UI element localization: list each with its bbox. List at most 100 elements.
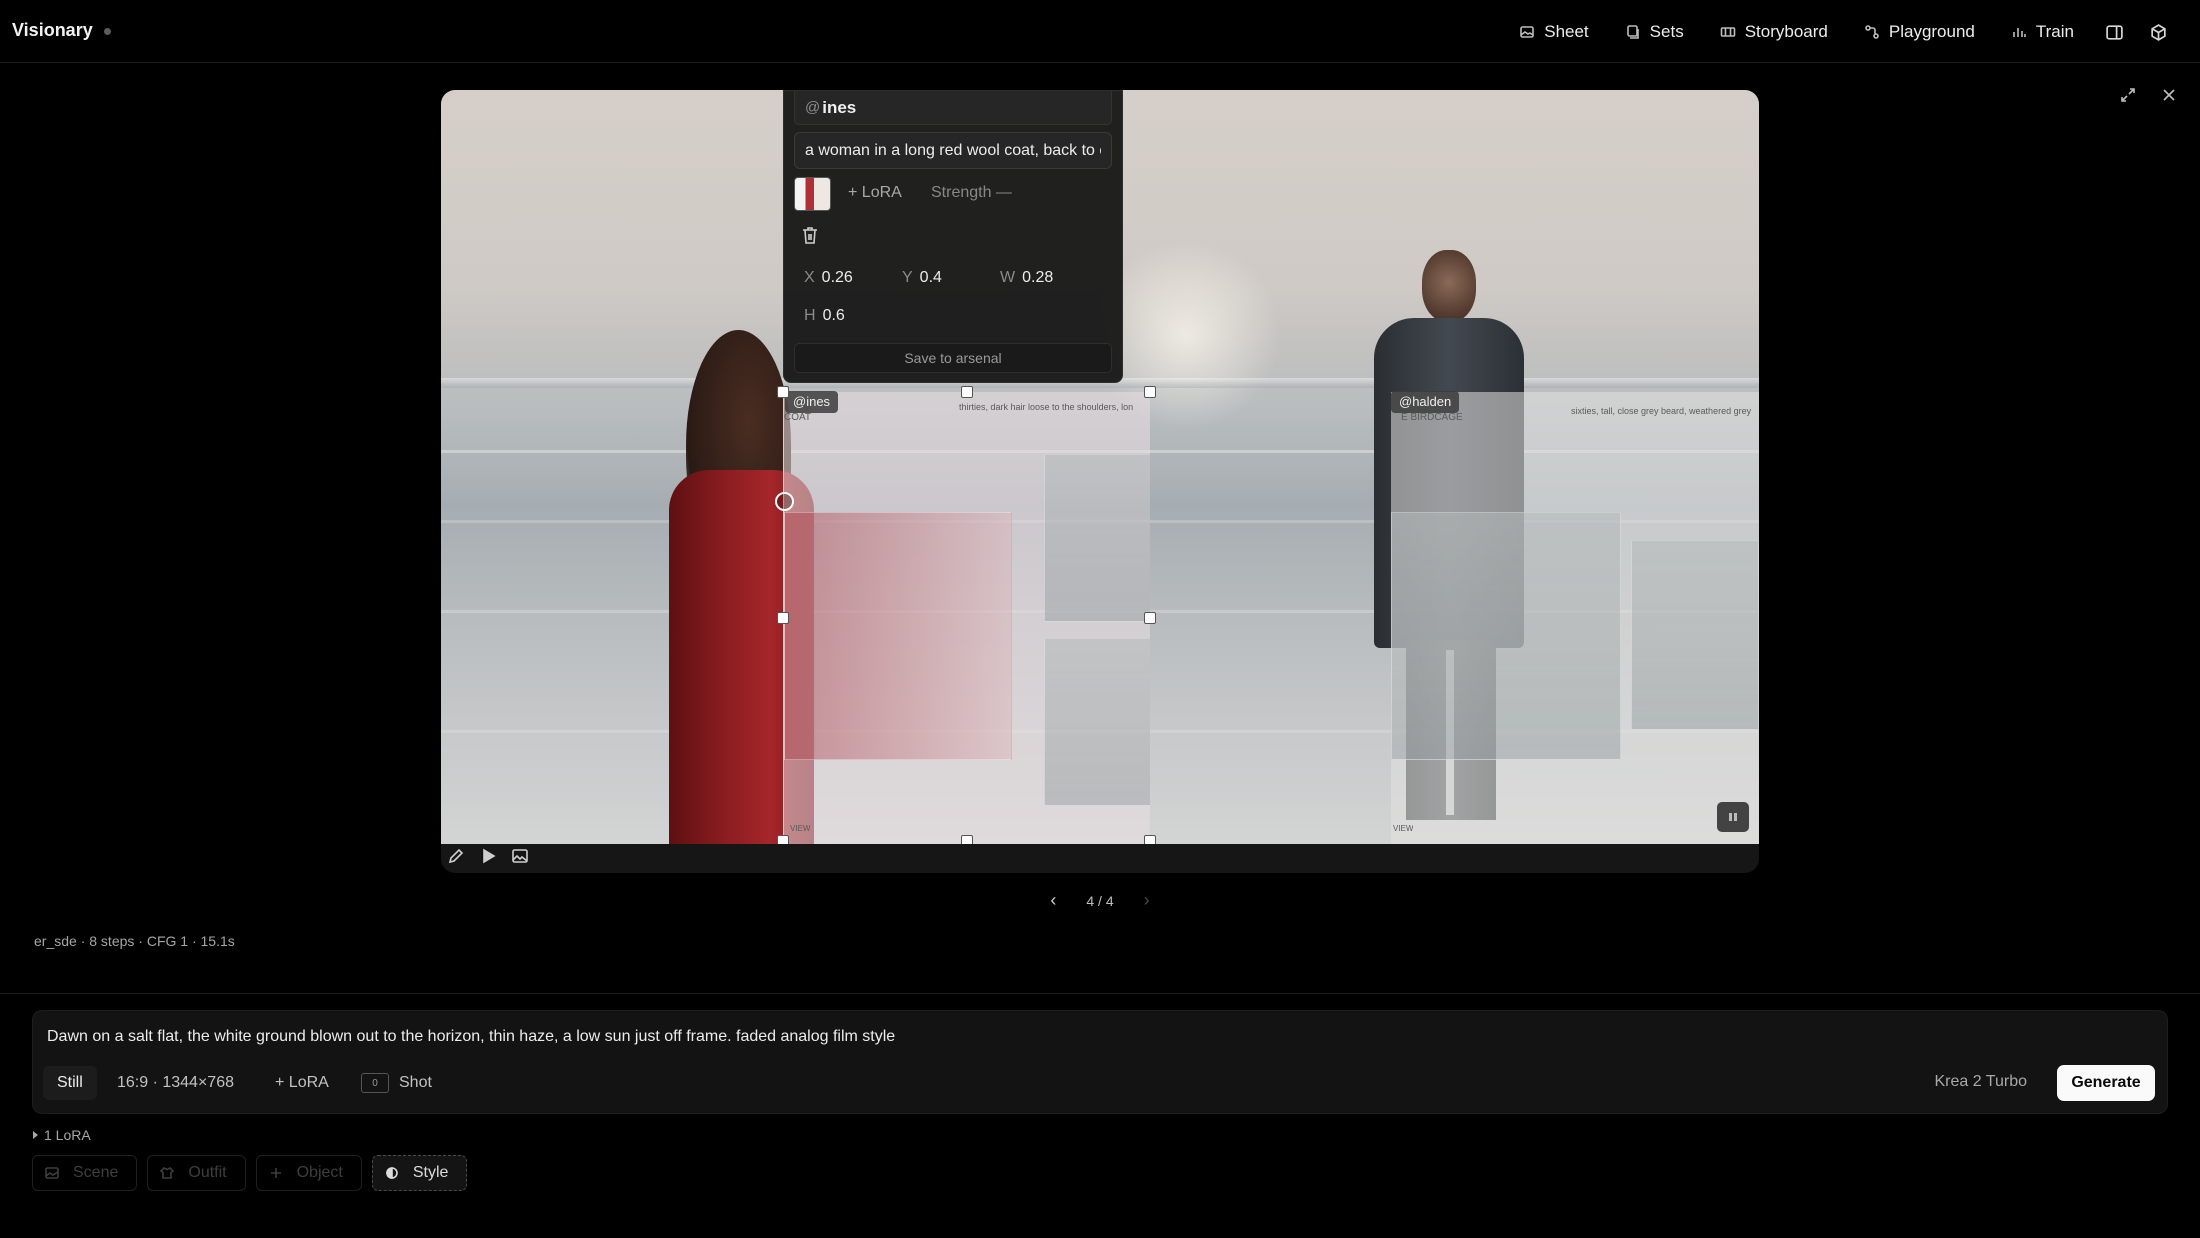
ref-card bbox=[784, 512, 1012, 760]
toggle-panel-button[interactable] bbox=[2092, 14, 2136, 50]
h-label: H bbox=[804, 307, 816, 324]
reference-thumbnail[interactable] bbox=[794, 177, 831, 211]
shot-label: Shot bbox=[399, 1074, 432, 1091]
nav-playground-label: Playground bbox=[1888, 22, 1975, 41]
image-options-button[interactable] bbox=[1717, 802, 1749, 832]
lora-summary-label: 1 LoRA bbox=[44, 1127, 91, 1143]
tag-style[interactable]: Style bbox=[371, 1155, 468, 1191]
expand-icon bbox=[2121, 88, 2135, 102]
region-tag-ines[interactable]: @ines bbox=[785, 391, 839, 413]
resize-handle-bottom-right[interactable] bbox=[1144, 835, 1156, 844]
expand-button[interactable] bbox=[2115, 82, 2141, 108]
nav-sheet-label: Sheet bbox=[1544, 22, 1589, 41]
region-name-field[interactable]: @ ines bbox=[794, 91, 1112, 125]
tag-object[interactable]: Object bbox=[255, 1155, 362, 1191]
image-icon bbox=[1520, 26, 1535, 38]
nav-storyboard[interactable]: Storyboard bbox=[1702, 14, 1846, 50]
model-select[interactable]: Krea 2 Turbo bbox=[1935, 1073, 2028, 1091]
tag-style-label: Style bbox=[412, 1164, 449, 1181]
ref-title: E BIRDCAGE bbox=[1401, 412, 1463, 423]
nav-train[interactable]: Train bbox=[1993, 14, 2092, 50]
nav-playground[interactable]: Playground bbox=[1846, 14, 1993, 50]
image-icon bbox=[45, 1167, 59, 1179]
resize-handle-top-right[interactable] bbox=[1144, 386, 1156, 398]
aspect-ratio-select[interactable]: 16:9 · 1344×768 bbox=[117, 1066, 234, 1100]
top-bar: Visionary Sheet Sets Storyboard Playgrou… bbox=[0, 0, 2200, 63]
mode-still-button[interactable]: Still bbox=[43, 1066, 97, 1100]
resize-handle-bottom[interactable] bbox=[961, 835, 973, 844]
use-as-reference-button[interactable] bbox=[511, 847, 529, 870]
edit-button[interactable] bbox=[447, 847, 465, 870]
divider bbox=[0, 993, 2200, 994]
region-tag-halden[interactable]: @halden bbox=[1391, 391, 1460, 413]
region-prompt-input[interactable] bbox=[794, 132, 1112, 169]
close-icon bbox=[2163, 89, 2175, 101]
nav-sheet[interactable]: Sheet bbox=[1501, 14, 1606, 50]
shot-button[interactable]: 0 Shot bbox=[361, 1066, 432, 1100]
save-to-arsenal-button[interactable]: Save to arsenal bbox=[794, 343, 1112, 373]
image-pager: ‹ 4 / 4 › bbox=[1040, 890, 1160, 911]
app-title: Visionary bbox=[12, 20, 93, 40]
reference-tag-row: Scene Outfit Object Style bbox=[32, 1155, 468, 1191]
resize-handle-right[interactable] bbox=[1144, 612, 1156, 624]
nav-sets-label: Sets bbox=[1649, 22, 1684, 41]
tag-scene-label: Scene bbox=[73, 1164, 119, 1181]
generation-meta: er_sde · 8 steps · CFG 1 · 15.1s bbox=[34, 933, 235, 949]
region-halden[interactable]: E BIRDCAGE sixties, tall, close grey bea… bbox=[1391, 392, 1759, 844]
lora-summary-toggle[interactable]: 1 LoRA bbox=[33, 1127, 91, 1143]
composer-add-lora-button[interactable]: + LoRA bbox=[275, 1066, 329, 1100]
rotate-handle[interactable] bbox=[775, 492, 794, 511]
tag-object-label: Object bbox=[296, 1164, 343, 1181]
bar-chart-icon bbox=[2013, 28, 2026, 37]
add-lora-button[interactable]: + LoRA bbox=[848, 184, 902, 202]
animate-button[interactable] bbox=[479, 847, 497, 870]
y-label: Y bbox=[902, 269, 913, 286]
assets-button[interactable] bbox=[2136, 14, 2180, 50]
region-h-field[interactable]: H 0.6 bbox=[804, 307, 845, 325]
image-icon bbox=[512, 849, 528, 863]
at-symbol: @ bbox=[805, 99, 821, 116]
ref-card bbox=[1391, 512, 1621, 760]
region-w-field[interactable]: W 0.28 bbox=[1000, 269, 1053, 287]
tag-scene[interactable]: Scene bbox=[32, 1155, 138, 1191]
region-popover: @ ines + LoRA Strength — X 0.26 Y 0.4 W 0.2… bbox=[783, 90, 1123, 383]
nodes-icon bbox=[1865, 25, 1879, 39]
ref-card bbox=[1631, 540, 1759, 730]
tag-outfit-label: Outfit bbox=[188, 1164, 227, 1181]
pause-icon bbox=[1729, 813, 1737, 821]
resize-handle-top-left[interactable] bbox=[777, 386, 789, 398]
nav-storyboard-label: Storyboard bbox=[1744, 22, 1828, 41]
cube-icon bbox=[2150, 23, 2166, 41]
region-y-field[interactable]: Y 0.4 bbox=[902, 269, 942, 287]
prompt-composer: Dawn on a salt flat, the white ground bl… bbox=[32, 1010, 2168, 1114]
ref-description: thirties, dark hair loose to the shoulde… bbox=[959, 402, 1134, 412]
region-x-field[interactable]: X 0.26 bbox=[804, 269, 853, 287]
region-name: ines bbox=[822, 97, 857, 117]
status-dot bbox=[104, 28, 111, 35]
tag-outfit[interactable]: Outfit bbox=[147, 1155, 246, 1191]
region-ines[interactable]: COAT thirties, dark hair loose to the sh… bbox=[783, 392, 1150, 844]
stack-icon bbox=[1626, 25, 1639, 39]
image-toolbar bbox=[441, 844, 1759, 873]
ref-card bbox=[1044, 638, 1150, 806]
w-value: 0.28 bbox=[1022, 269, 1054, 286]
trash-icon bbox=[803, 227, 817, 244]
h-value: 0.6 bbox=[822, 307, 845, 324]
caret-right-icon bbox=[33, 1131, 38, 1139]
resize-handle-top[interactable] bbox=[961, 386, 973, 398]
nav-train-label: Train bbox=[2035, 22, 2074, 41]
nav-sets[interactable]: Sets bbox=[1607, 14, 1702, 50]
delete-region-button[interactable] bbox=[801, 225, 819, 245]
prev-image-button[interactable]: ‹ bbox=[1050, 890, 1056, 911]
shot-icon: 0 bbox=[361, 1073, 389, 1093]
resize-handle-left[interactable] bbox=[777, 612, 789, 624]
strength-control[interactable]: Strength — bbox=[931, 184, 1012, 202]
resize-handle-bottom-left[interactable] bbox=[777, 835, 789, 844]
plus-icon bbox=[270, 1168, 281, 1178]
x-label: X bbox=[804, 269, 815, 286]
ref-title: COAT bbox=[784, 412, 812, 423]
prompt-input[interactable]: Dawn on a salt flat, the white ground bl… bbox=[47, 1028, 895, 1046]
next-image-button[interactable]: › bbox=[1144, 890, 1150, 911]
close-viewer-button[interactable] bbox=[2156, 82, 2182, 108]
generate-button[interactable]: Generate bbox=[2057, 1065, 2155, 1101]
